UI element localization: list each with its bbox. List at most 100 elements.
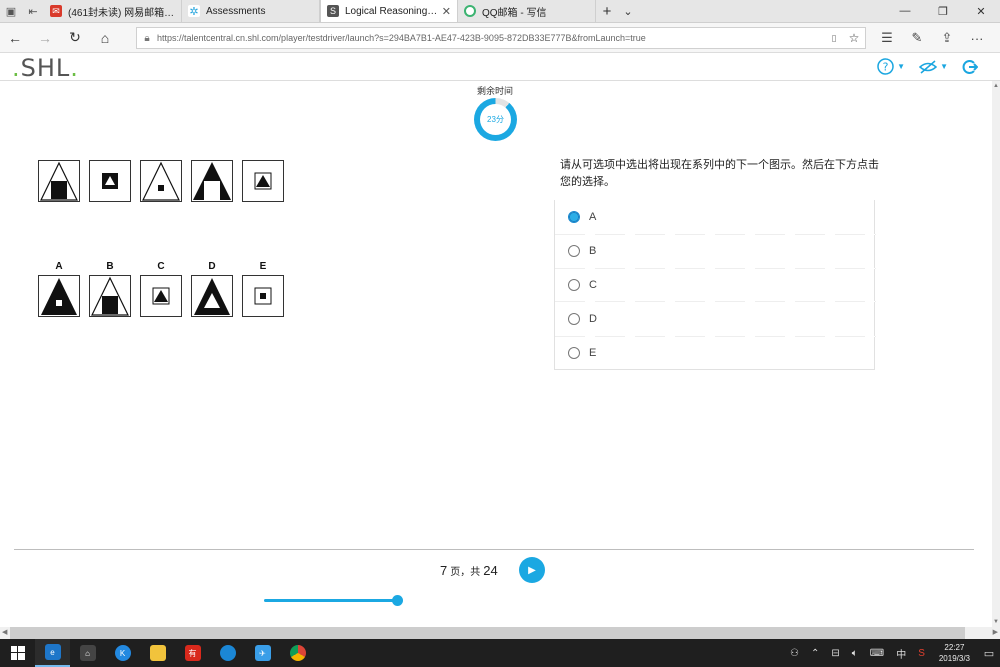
- ime-indicator[interactable]: 中: [890, 646, 912, 661]
- tab-logical-reasoning[interactable]: S Logical Reasoning test ✕: [320, 0, 458, 22]
- close-window-icon[interactable]: ✕: [962, 0, 1000, 22]
- series-figure-4: [191, 160, 233, 202]
- tab-assessments[interactable]: ✲ Assessments: [182, 0, 320, 22]
- progress-bar: [264, 599, 398, 602]
- address-bar[interactable]: 🔒︎ https://talentcentral.cn.shl.com/play…: [136, 27, 866, 49]
- accessibility-icon[interactable]: ▼: [919, 58, 948, 75]
- horizontal-scrollbar[interactable]: ◀ ▶: [0, 627, 1000, 639]
- volume-icon[interactable]: 🔈︎: [846, 648, 864, 659]
- option-figure-c: [140, 275, 182, 317]
- scroll-left-icon[interactable]: ◀: [2, 627, 7, 639]
- answer-option-d[interactable]: D: [555, 302, 876, 336]
- chevron-up-icon[interactable]: ⌃: [805, 648, 825, 659]
- taskbar-store[interactable]: ⌂: [70, 639, 105, 667]
- scroll-right-icon[interactable]: ▶: [993, 627, 998, 639]
- svg-text:?: ?: [883, 61, 889, 74]
- question-text: 请从可选项中选出将出现在系列中的下一个图示。然后在下方点击您的选择。: [560, 159, 879, 188]
- taskbar-app-red[interactable]: 有: [175, 639, 210, 667]
- tab-title: (461封未读) 网易邮箱6.0版: [68, 7, 175, 19]
- vertical-scrollbar[interactable]: ▲ ▼: [992, 81, 1000, 627]
- sogou-icon[interactable]: S: [912, 648, 931, 659]
- more-icon[interactable]: ···: [962, 23, 992, 53]
- scrollbar-thumb[interactable]: [10, 627, 965, 639]
- refresh-icon[interactable]: ↻: [60, 23, 90, 53]
- qq-icon: [464, 5, 476, 17]
- back-icon[interactable]: ←: [0, 23, 30, 53]
- new-tab-icon[interactable]: +: [596, 0, 618, 22]
- home-icon[interactable]: ⌂: [90, 23, 120, 53]
- kugou-icon: K: [114, 645, 131, 661]
- answer-label: A: [589, 211, 597, 223]
- restore-icon[interactable]: ❐: [924, 0, 962, 22]
- scroll-down-icon[interactable]: ▼: [992, 619, 1000, 625]
- close-tab-icon[interactable]: ✕: [442, 5, 451, 18]
- url-text[interactable]: https://talentcentral.cn.shl.com/player/…: [157, 33, 825, 43]
- answer-options: A B C D E: [554, 200, 876, 370]
- help-icon[interactable]: ? ▼: [877, 58, 905, 75]
- app-header: .SHL. ? ▼ ▼: [0, 53, 1000, 82]
- option-letter: A: [55, 261, 63, 272]
- series-figure-3: [140, 160, 182, 202]
- radio-button[interactable]: [568, 245, 580, 257]
- network-icon[interactable]: ⊟: [825, 648, 845, 659]
- app-blue-icon: [219, 645, 236, 661]
- favorite-star-icon[interactable]: ☆: [843, 31, 865, 45]
- chevron-down-icon: ▼: [940, 62, 948, 71]
- next-button[interactable]: ▶: [519, 557, 545, 583]
- notification-icon[interactable]: ▭: [978, 639, 1000, 667]
- radio-button[interactable]: [568, 211, 580, 223]
- option-letter: D: [208, 261, 216, 272]
- timer-label: 剩余时间: [476, 86, 513, 96]
- tab-netease-mail[interactable]: ✉ (461封未读) 网易邮箱6.0版: [44, 0, 182, 22]
- forward-icon[interactable]: →: [30, 23, 60, 53]
- answer-label: D: [589, 313, 597, 325]
- system-tray: ⚇ ⌃ ⊟ 🔈︎ ⌨ 中 S 22:27 2019/3/3 ▭: [784, 639, 1000, 667]
- edge-icon: e: [44, 644, 61, 660]
- radio-button[interactable]: [568, 347, 580, 359]
- answer-option-c[interactable]: C: [555, 268, 876, 302]
- start-button[interactable]: [0, 639, 35, 667]
- tab-manager-icon[interactable]: ▣: [0, 0, 22, 22]
- taskbar-edge[interactable]: e: [35, 639, 70, 667]
- keyboard-icon[interactable]: ⌨: [864, 648, 890, 659]
- page-mid-text: 页，共: [450, 567, 481, 578]
- answer-option-e[interactable]: E: [555, 336, 876, 370]
- clock[interactable]: 22:27 2019/3/3: [931, 642, 978, 664]
- minimize-icon[interactable]: —: [886, 0, 924, 22]
- lock-icon: 🔒︎: [144, 32, 150, 44]
- exit-icon[interactable]: [962, 58, 978, 75]
- option-figure-a: [38, 275, 80, 317]
- taskbar-dingtalk[interactable]: ✈: [245, 639, 280, 667]
- bulb-icon: ✲: [188, 5, 200, 18]
- app-red-icon: 有: [184, 645, 201, 661]
- notes-pen-icon[interactable]: ✎: [902, 23, 932, 53]
- tab-title: Assessments: [206, 5, 266, 17]
- footer-divider: [14, 549, 974, 550]
- answer-option-a[interactable]: A: [555, 200, 876, 234]
- option-figure-e: [242, 275, 284, 317]
- mail-icon: ✉: [50, 5, 62, 17]
- scroll-up-icon[interactable]: ▲: [992, 83, 1000, 89]
- windows-taskbar: e ⌂ K 有 ✈ ⚇ ⌃ ⊟ 🔈︎ ⌨ 中 S 22:27 2019/3/3 …: [0, 639, 1000, 667]
- answer-label: B: [589, 245, 597, 257]
- clock-time: 22:27: [944, 643, 965, 652]
- answer-option-b[interactable]: B: [555, 234, 876, 268]
- tab-title: QQ邮箱 - 写信: [482, 7, 547, 19]
- favorites-hub-icon[interactable]: ☰: [872, 23, 902, 53]
- people-icon[interactable]: ⚇: [784, 648, 805, 659]
- series-figure-5: [242, 160, 284, 202]
- folder-icon: [149, 645, 166, 661]
- tab-qq-mail[interactable]: QQ邮箱 - 写信: [458, 0, 596, 22]
- radio-button[interactable]: [568, 279, 580, 291]
- shl-icon: S: [327, 5, 339, 17]
- option-figure-b: [89, 275, 131, 317]
- taskbar-app-blue[interactable]: [210, 639, 245, 667]
- taskbar-chrome[interactable]: [280, 639, 315, 667]
- reading-view-icon[interactable]: ▯: [825, 33, 843, 44]
- tab-preview-chevron-icon[interactable]: ⌄: [618, 0, 638, 22]
- share-icon[interactable]: ⇪: [932, 23, 962, 53]
- taskbar-kugou[interactable]: K: [105, 639, 140, 667]
- set-aside-tabs-icon[interactable]: ⇤: [22, 0, 44, 22]
- radio-button[interactable]: [568, 313, 580, 325]
- taskbar-explorer[interactable]: [140, 639, 175, 667]
